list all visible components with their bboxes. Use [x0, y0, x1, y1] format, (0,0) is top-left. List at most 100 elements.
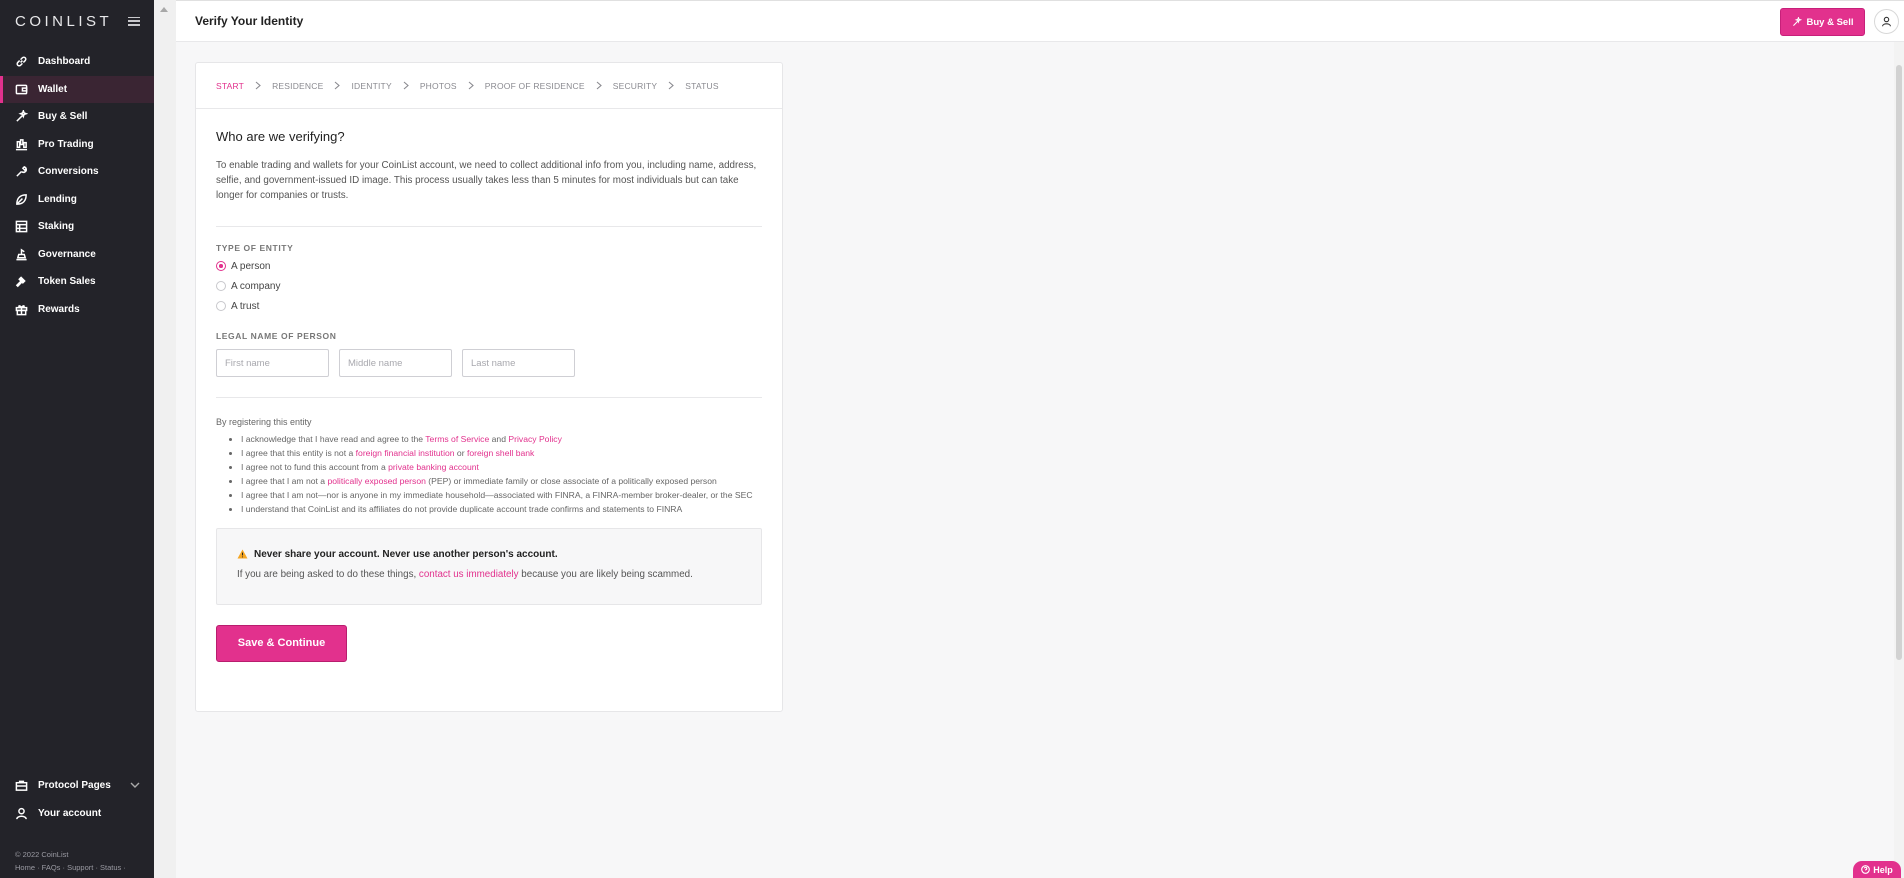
warning-text-b: because you are likely being scammed. [518, 568, 693, 580]
sidebar-item-your-account[interactable]: Your account [0, 800, 154, 828]
intro-text: To enable trading and wallets for your C… [216, 160, 757, 201]
user-icon [15, 807, 28, 820]
sidebar-item-token-sales[interactable]: Token Sales [0, 268, 154, 296]
radio-button[interactable] [216, 301, 226, 311]
sidebar-item-governance[interactable]: Governance [0, 241, 154, 269]
last-name-input[interactable] [462, 349, 575, 377]
menu-icon[interactable] [128, 16, 140, 26]
radio-button-checked[interactable] [216, 261, 226, 271]
wrench-icon [15, 165, 28, 178]
entity-option-company[interactable]: A company [216, 276, 762, 296]
account-avatar-button[interactable] [1874, 9, 1899, 34]
step-start[interactable]: START [216, 81, 244, 91]
foreign-shell-bank-link[interactable]: foreign shell bank [467, 448, 534, 458]
sidebar-item-label: Governance [38, 248, 96, 260]
coinlist-logo[interactable]: COINLIST [15, 13, 112, 30]
sidebar-item-label: Rewards [38, 303, 80, 315]
chevron-right-icon [668, 81, 675, 90]
page-title: Verify Your Identity [195, 14, 304, 28]
warning-text-a: If you are being asked to do these thing… [237, 568, 419, 580]
name-inputs [216, 349, 762, 377]
sidebar-item-wallet[interactable]: Wallet [0, 75, 154, 103]
warning-title: Never share your account. Never use anot… [237, 549, 741, 560]
entity-type-label: TYPE OF ENTITY [216, 243, 294, 253]
contact-us-link[interactable]: contact us immediately [419, 569, 519, 580]
sidebar-item-protocol-pages[interactable]: Protocol Pages [0, 772, 154, 800]
sidebar-item-label: Your account [38, 807, 102, 819]
privacy-policy-link[interactable]: Privacy Policy [508, 434, 561, 444]
sidebar-item-conversions[interactable]: Conversions [0, 158, 154, 186]
term-text: I agree not to fund this account from a [241, 462, 389, 472]
footer-links[interactable]: Home · FAQs · Support · Status · [15, 861, 126, 874]
list-item: I agree not to fund this account from a … [241, 462, 762, 474]
warning-icon [237, 549, 248, 559]
link-icon [15, 55, 28, 68]
term-text: and [489, 434, 509, 444]
sidebar-item-lending[interactable]: Lending [0, 186, 154, 214]
steps-breadcrumb: START RESIDENCE IDENTITY PHOTOS PROOF OF… [196, 63, 782, 109]
scrollbar-thumb[interactable] [1896, 65, 1902, 660]
buy-sell-button[interactable]: Buy & Sell [1780, 8, 1865, 36]
wallet-icon [15, 83, 28, 96]
first-name-input[interactable] [216, 349, 329, 377]
top-header: Verify Your Identity Buy & Sell [176, 0, 1904, 42]
entity-option-trust[interactable]: A trust [216, 296, 762, 316]
list-item: I agree that I am not a politically expo… [241, 476, 762, 488]
radio-label: A person [231, 260, 271, 272]
verify-card: START RESIDENCE IDENTITY PHOTOS PROOF OF… [195, 62, 783, 712]
entity-radio-group: A person A company A trust [216, 256, 762, 316]
briefcase-icon [15, 779, 28, 792]
sidebar-item-label: Protocol Pages [38, 780, 111, 792]
term-text: I acknowledge that I have read and agree… [241, 434, 426, 444]
terms-of-service-link[interactable]: Terms of Service [425, 434, 489, 444]
chevron-right-icon [403, 81, 409, 90]
radio-label: A company [231, 280, 281, 292]
leaf-icon [15, 193, 28, 206]
list-item: I acknowledge that I have read and agree… [241, 434, 762, 446]
sidebar-item-label: Staking [38, 221, 75, 233]
step-proof-of-residence[interactable]: PROOF OF RESIDENCE [485, 81, 585, 91]
sidebar-item-label: Dashboard [38, 56, 91, 68]
sparkle-icon [1792, 17, 1802, 26]
sidebar-scrollbar[interactable] [154, 0, 176, 878]
sidebar-item-buy-sell[interactable]: Buy & Sell [0, 103, 154, 131]
sidebar-item-staking[interactable]: Staking [0, 213, 154, 241]
step-security[interactable]: SECURITY [613, 81, 658, 91]
legal-name-label: LEGAL NAME OF PERSON [216, 331, 337, 341]
scroll-up-icon[interactable] [160, 7, 168, 12]
step-residence[interactable]: RESIDENCE [272, 81, 323, 91]
foreign-financial-institution-link[interactable]: foreign financial institution [356, 448, 455, 458]
chevron-right-icon [334, 81, 341, 90]
chevron-right-icon [596, 81, 602, 90]
sidebar-item-dashboard[interactable]: Dashboard [0, 48, 154, 76]
sidebar: COINLIST Dashboard Wallet Buy & Sell Pro… [0, 0, 154, 878]
sidebar-item-rewards[interactable]: Rewards [0, 296, 154, 324]
sidebar-item-pro-trading[interactable]: Pro Trading [0, 131, 154, 159]
private-banking-account-link[interactable]: private banking account [388, 462, 479, 472]
page-scrollbar[interactable] [1894, 42, 1904, 878]
help-button[interactable]: Help [1853, 861, 1901, 878]
step-identity[interactable]: IDENTITY [351, 81, 391, 91]
radio-label: A trust [231, 300, 260, 312]
step-status[interactable]: STATUS [685, 81, 718, 91]
entity-option-person[interactable]: A person [216, 256, 762, 276]
form-body: Who are we verifying? To enable trading … [196, 129, 782, 662]
radio-button[interactable] [216, 281, 226, 291]
gavel-icon [15, 275, 28, 288]
save-continue-button[interactable]: Save & Continue [216, 624, 347, 662]
list-item: I understand that CoinList and its affil… [241, 504, 762, 516]
sparkle-icon [15, 110, 28, 123]
list-item: I agree that I am not—nor is anyone in m… [241, 490, 762, 502]
term-text: I agree that this entity is not a [241, 448, 356, 458]
list-item: I agree that this entity is not a foreig… [241, 448, 762, 460]
term-text: or [454, 448, 467, 458]
step-photos[interactable]: PHOTOS [420, 81, 457, 91]
warning-text: If you are being asked to do these thing… [237, 569, 741, 580]
form-heading: Who are we verifying? [216, 129, 345, 144]
warning-title-text: Never share your account. Never use anot… [254, 548, 558, 560]
divider [216, 397, 762, 398]
politically-exposed-person-link[interactable]: politically exposed person [327, 476, 425, 486]
chevron-right-icon [255, 81, 261, 90]
middle-name-input[interactable] [339, 349, 452, 377]
chevron-right-icon [468, 81, 474, 90]
